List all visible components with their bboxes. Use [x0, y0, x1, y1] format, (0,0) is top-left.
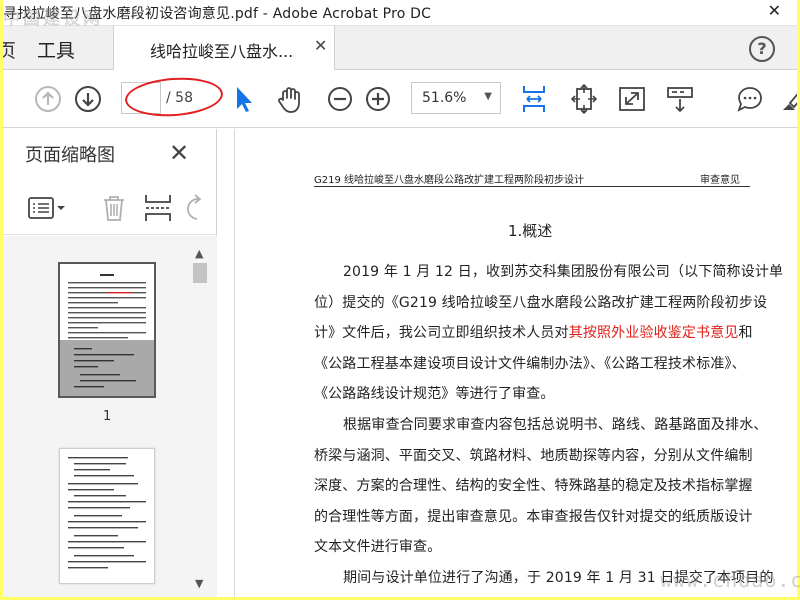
help-button[interactable]: ?: [749, 36, 775, 62]
body-text: 位）提交的《G219 线哈拉峻至八盘水磨段公路改扩建工程两阶段初步设: [314, 294, 768, 311]
window-title: 寻找拉峻至八盘水磨段初设咨询意见.pdf - Adobe Acrobat Pro…: [3, 6, 432, 22]
body-text: 和: [738, 325, 753, 342]
zoom-in-icon[interactable]: [363, 84, 393, 114]
thumbnail-options-icon[interactable]: [27, 195, 67, 221]
thumbnail-list: 1: [3, 236, 217, 597]
comment-icon[interactable]: [735, 84, 765, 114]
acrobat-window: 寻找拉峻至八盘水磨段初设咨询意见.pdf - Adobe Acrobat Pro…: [3, 0, 797, 597]
body-text: 文本文件进行审查。: [314, 539, 442, 556]
header-rule: [314, 186, 750, 187]
thumbnail-page-content-lower: [74, 348, 136, 388]
panel-toolbar: [3, 181, 217, 235]
delete-page-icon[interactable]: [99, 193, 129, 223]
tab-document[interactable]: 线哈拉峻至八盘水... ✕: [113, 26, 335, 71]
thumbnail-viewport-highlight: [60, 340, 154, 396]
zoom-out-icon[interactable]: [325, 84, 355, 114]
tab-document-label: 线哈拉峻至八盘水...: [150, 42, 294, 61]
body-text: 根据审查合同要求审查内容包括总说明书、路线、路基路面及排水、: [343, 416, 768, 433]
body-line: 根据审查合同要求审查内容包括总说明书、路线、路基路面及排水、: [314, 410, 767, 441]
body-line: 《公路工程基本建设项目设计文件编制办法》、《公路工程技术标准》、: [314, 349, 754, 380]
body-line: 文本文件进行审查。: [314, 532, 754, 563]
body-text: 《公路工程基本建设项目设计文件编制办法》、《公路工程技术标准》、: [314, 355, 746, 372]
scroll-up-icon[interactable]: ▲: [195, 247, 203, 260]
panel-close-button[interactable]: ✕: [169, 139, 189, 167]
page-thumbnail[interactable]: [59, 448, 155, 584]
tab-bar: 页 工具 线哈拉峻至八盘水... ✕ ?: [3, 26, 797, 71]
tab-close-button[interactable]: ✕: [314, 36, 327, 55]
body-line: 计》文件后，我公司立即组织技术人员对其按照外业验收鉴定书意见和: [314, 318, 754, 349]
thumbnail-page-content: [68, 457, 146, 569]
insert-page-icon[interactable]: [143, 193, 173, 223]
running-header-section: 审查意见: [700, 175, 740, 186]
select-arrow-icon[interactable]: [229, 84, 259, 114]
body-line: 的合理性等方面，提出审查意见。本审查报告仅针对提交的纸质版设计: [314, 502, 754, 533]
thumbnail-scrollbar[interactable]: ▲ ▼: [191, 247, 209, 597]
body-text: 的合理性等方面，提出审查意见。本审查报告仅针对提交的纸质版设计: [314, 508, 753, 525]
zoom-level-value: 51.6%: [422, 90, 467, 106]
body-text: 深度、方案的合理性、结构的安全性、特殊路基的稳定及技术指标掌握: [314, 478, 753, 495]
body-text: 计》文件后，我公司立即组织技术人员对: [314, 325, 569, 342]
body-line: 期间与设计单位进行了沟通，于 2019 年 1 月 31 日提交了本项目的: [314, 563, 773, 594]
title-bar: 寻找拉峻至八盘水磨段初设咨询意见.pdf - Adobe Acrobat Pro…: [3, 0, 797, 29]
panel-title: 页面缩略图: [25, 145, 115, 166]
page-thumbnail[interactable]: [58, 262, 156, 398]
document-body: 2019 年 1 月 12 日，收到苏交科集团股份有限公司（以下简称设计单位）提…: [314, 257, 783, 594]
fit-page-icon[interactable]: [569, 84, 599, 114]
chevron-down-icon: ▼: [484, 91, 492, 102]
section-heading: 1.概述: [508, 222, 553, 240]
hand-icon[interactable]: [275, 84, 305, 114]
body-text: 《公路路线设计规范》等进行了审查。: [314, 386, 555, 403]
tab-home[interactable]: 页: [3, 36, 16, 63]
toolbar: / 58 51.6% ▼: [3, 70, 797, 128]
fullscreen-icon[interactable]: [617, 84, 647, 114]
highlight-pen-icon[interactable]: [779, 84, 797, 114]
panel-splitter[interactable]: [234, 129, 235, 597]
scroll-down-icon[interactable]: ▼: [195, 577, 203, 590]
page-thumbnails-panel: 页面缩略图 ✕ 1 ▲ ▼: [3, 129, 217, 597]
body-text: 期间与设计单位进行了沟通，于 2019 年 1 月 31 日提交了本项目的: [343, 569, 774, 586]
scrollbar-thumb[interactable]: [193, 263, 207, 283]
window-close-button[interactable]: ✕: [768, 1, 781, 20]
rotate-page-icon[interactable]: [181, 193, 207, 223]
scrolling-mode-icon[interactable]: [665, 84, 695, 114]
zoom-level-select[interactable]: 51.6% ▼: [411, 82, 501, 114]
document-view[interactable]: G219 线哈拉峻至八盘水磨段公路改扩建工程两阶段初步设计 审查意见 1.概述 …: [218, 129, 797, 597]
body-line: 2019 年 1 月 12 日，收到苏交科集团股份有限公司（以下简称设计单: [314, 257, 783, 288]
highlighted-text: 其按照外业验收鉴定书意见: [568, 325, 739, 342]
body-line: 深度、方案的合理性、结构的安全性、特殊路基的稳定及技术指标掌握: [314, 471, 754, 502]
fit-width-icon[interactable]: [519, 84, 549, 114]
body-text: 桥梁与涵洞、平面交叉、筑路材料、地质勘探等内容，分别从文件编制: [314, 447, 753, 464]
body-line: 桥梁与涵洞、平面交叉、筑路材料、地质勘探等内容，分别从文件编制: [314, 441, 754, 472]
body-line: 《公路路线设计规范》等进行了审查。: [314, 379, 754, 410]
next-page-icon[interactable]: [73, 84, 103, 114]
running-header-title: G219 线哈拉峻至八盘水磨段公路改扩建工程两阶段初步设计: [314, 175, 585, 186]
tab-tools[interactable]: 工具: [37, 36, 75, 63]
body-line: 位）提交的《G219 线哈拉峻至八盘水磨段公路改扩建工程两阶段初步设: [314, 288, 767, 319]
body-text: 2019 年 1 月 12 日，收到苏交科集团股份有限公司（以下简称设计单: [343, 264, 784, 280]
prev-page-icon[interactable]: [33, 84, 63, 114]
thumbnail-page-label: 1: [103, 409, 112, 424]
